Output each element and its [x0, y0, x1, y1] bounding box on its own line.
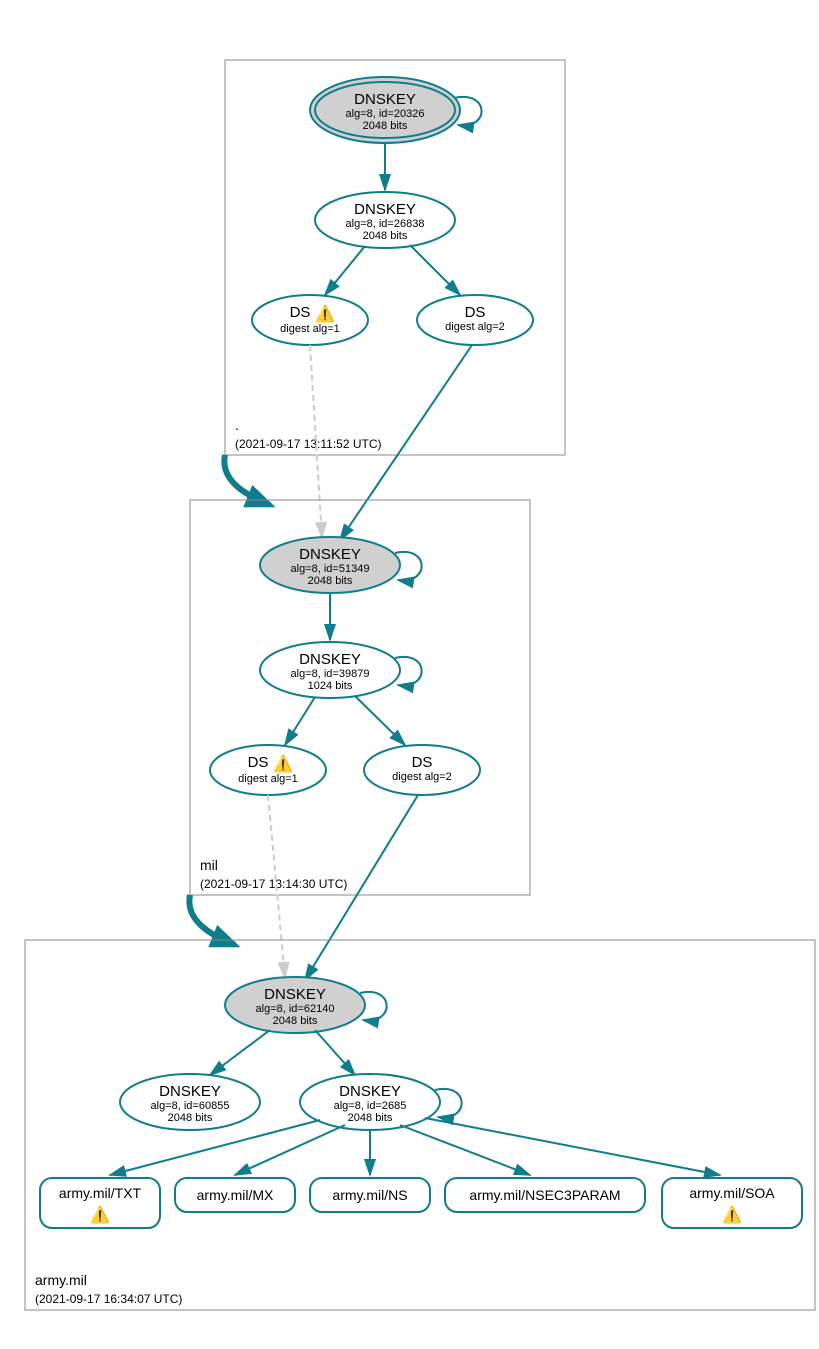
warning-icon: ⚠️ — [315, 304, 335, 323]
edge-root-zsk-ds2 — [410, 245, 460, 295]
mil-ksk-title: DNSKEY — [299, 546, 361, 563]
warning-icon: ⚠️ — [273, 754, 293, 773]
record-soa-label: army.mil/SOA — [689, 1185, 775, 1201]
army-zsk1-alg: alg=8, id=60855 — [151, 1100, 230, 1112]
edge-zsk2-mx — [235, 1125, 345, 1175]
zone-army-label: army.mil — [35, 1272, 87, 1288]
root-zsk-bits: 2048 bits — [363, 230, 408, 242]
root-ksk-title: DNSKEY — [354, 91, 416, 108]
mil-ksk-alg: alg=8, id=51349 — [291, 563, 370, 575]
army-zsk1-bits: 2048 bits — [168, 1112, 213, 1124]
army-ksk-title: DNSKEY — [264, 986, 326, 1003]
mil-ds1-digest: digest alg=1 — [238, 773, 298, 785]
mil-zsk-title: DNSKEY — [299, 651, 361, 668]
record-ns-label: army.mil/NS — [332, 1187, 407, 1203]
mil-ds1-title: DS — [248, 754, 269, 771]
delegation-root-mil — [224, 455, 270, 505]
army-zsk2-bits: 2048 bits — [348, 1112, 393, 1124]
root-zsk-title: DNSKEY — [354, 201, 416, 218]
edge-mil-zsk-ds2 — [355, 696, 405, 745]
root-ds1-title: DS — [290, 304, 311, 321]
root-ds1-digest: digest alg=1 — [280, 323, 340, 335]
root-ksk-alg: alg=8, id=20326 — [346, 108, 425, 120]
edge-zsk2-nsec3 — [400, 1125, 530, 1175]
record-mx-label: army.mil/MX — [197, 1187, 274, 1203]
zone-root-timestamp: (2021-09-17 13:11:52 UTC) — [235, 437, 382, 451]
root-ds2-digest: digest alg=2 — [445, 321, 505, 333]
army-zsk2-alg: alg=8, id=2685 — [334, 1100, 407, 1112]
record-txt-label: army.mil/TXT — [59, 1185, 142, 1201]
delegation-mil-army — [189, 895, 235, 945]
warning-icon: ⚠️ — [90, 1205, 110, 1224]
zone-army — [25, 940, 815, 1310]
root-zsk-alg: alg=8, id=26838 — [346, 218, 425, 230]
edge-zsk2-soa — [425, 1118, 720, 1175]
mil-zsk-alg: alg=8, id=39879 — [291, 668, 370, 680]
mil-zsk-bits: 1024 bits — [308, 680, 353, 692]
root-ds2-title: DS — [465, 304, 486, 321]
zone-mil-timestamp: (2021-09-17 13:14:30 UTC) — [200, 877, 347, 891]
mil-ksk-bits: 2048 bits — [308, 575, 353, 587]
dnssec-diagram: . (2021-09-17 13:11:52 UTC) DNSKEY alg=8… — [10, 10, 819, 1339]
zone-mil-label: mil — [200, 857, 218, 873]
record-nsec3-label: army.mil/NSEC3PARAM — [469, 1187, 620, 1203]
edge-army-ksk-zsk2 — [315, 1030, 355, 1075]
army-zsk2-title: DNSKEY — [339, 1083, 401, 1100]
edge-mil-zsk-ds1 — [285, 697, 315, 745]
edge-army-ksk-zsk1 — [210, 1030, 270, 1075]
root-ksk-bits: 2048 bits — [363, 120, 408, 132]
zone-root-label: . — [235, 417, 239, 433]
mil-ds2-title: DS — [412, 754, 433, 771]
army-ksk-alg: alg=8, id=62140 — [256, 1003, 335, 1015]
warning-icon: ⚠️ — [722, 1205, 742, 1224]
zone-army-timestamp: (2021-09-17 16:34:07 UTC) — [35, 1292, 182, 1306]
army-zsk1-title: DNSKEY — [159, 1083, 221, 1100]
mil-ds2-digest: digest alg=2 — [392, 771, 452, 783]
army-ksk-bits: 2048 bits — [273, 1015, 318, 1027]
edge-root-zsk-ds1 — [325, 246, 365, 295]
